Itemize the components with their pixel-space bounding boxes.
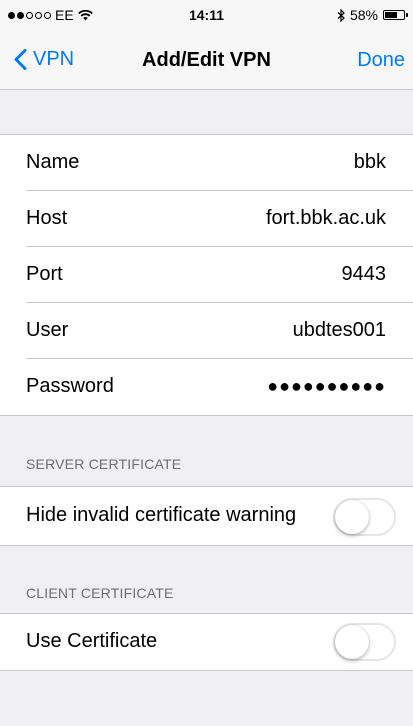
port-field[interactable]: 9443 bbox=[342, 263, 387, 286]
hide-invalid-certificate-toggle[interactable] bbox=[333, 498, 396, 536]
status-bar: EE 14:11 58% bbox=[0, 0, 413, 30]
toggle-knob bbox=[335, 500, 369, 534]
name-field[interactable]: bbk bbox=[354, 151, 386, 174]
password-field[interactable]: ●●●●●●●●●● bbox=[267, 376, 386, 397]
use-certificate-row: Use Certificate bbox=[0, 614, 413, 670]
done-button[interactable]: Done bbox=[357, 49, 405, 72]
user-label: User bbox=[26, 319, 69, 341]
vpn-settings-group: Name bbk Host fort.bbk.ac.uk Port 9443 U… bbox=[0, 134, 413, 416]
navigation-bar: VPN Add/Edit VPN Done bbox=[0, 30, 413, 90]
hide-invalid-certificate-label: Hide invalid certificate warning bbox=[26, 504, 297, 526]
host-row[interactable]: Host fort.bbk.ac.uk bbox=[0, 191, 413, 247]
client-certificate-header: CLIENT CERTIFICATE bbox=[26, 585, 174, 601]
client-certificate-group: Use Certificate bbox=[0, 613, 413, 671]
hide-invalid-certificate-row: Hide invalid certificate warning bbox=[0, 487, 413, 545]
server-certificate-header: SERVER CERTIFICATE bbox=[26, 456, 182, 472]
port-label: Port bbox=[26, 263, 63, 285]
battery-percent: 58% bbox=[349, 7, 378, 23]
user-row[interactable]: User ubdtes001 bbox=[0, 303, 413, 359]
use-certificate-toggle[interactable] bbox=[333, 623, 396, 661]
name-label: Name bbox=[26, 151, 80, 173]
page-title: Add/Edit VPN bbox=[142, 49, 271, 71]
port-row[interactable]: Port 9443 bbox=[0, 247, 413, 303]
bluetooth-icon bbox=[337, 8, 345, 22]
use-certificate-label: Use Certificate bbox=[26, 630, 158, 652]
battery-icon bbox=[383, 10, 408, 20]
host-field[interactable]: fort.bbk.ac.uk bbox=[266, 207, 386, 230]
password-row[interactable]: Password ●●●●●●●●●● bbox=[0, 359, 413, 415]
host-label: Host bbox=[26, 207, 68, 229]
user-field[interactable]: ubdtes001 bbox=[293, 319, 386, 342]
server-certificate-group: Hide invalid certificate warning bbox=[0, 486, 413, 546]
toggle-knob bbox=[335, 625, 369, 659]
password-label: Password bbox=[26, 375, 114, 397]
status-right: 58% bbox=[337, 7, 408, 23]
name-row[interactable]: Name bbk bbox=[0, 135, 413, 191]
